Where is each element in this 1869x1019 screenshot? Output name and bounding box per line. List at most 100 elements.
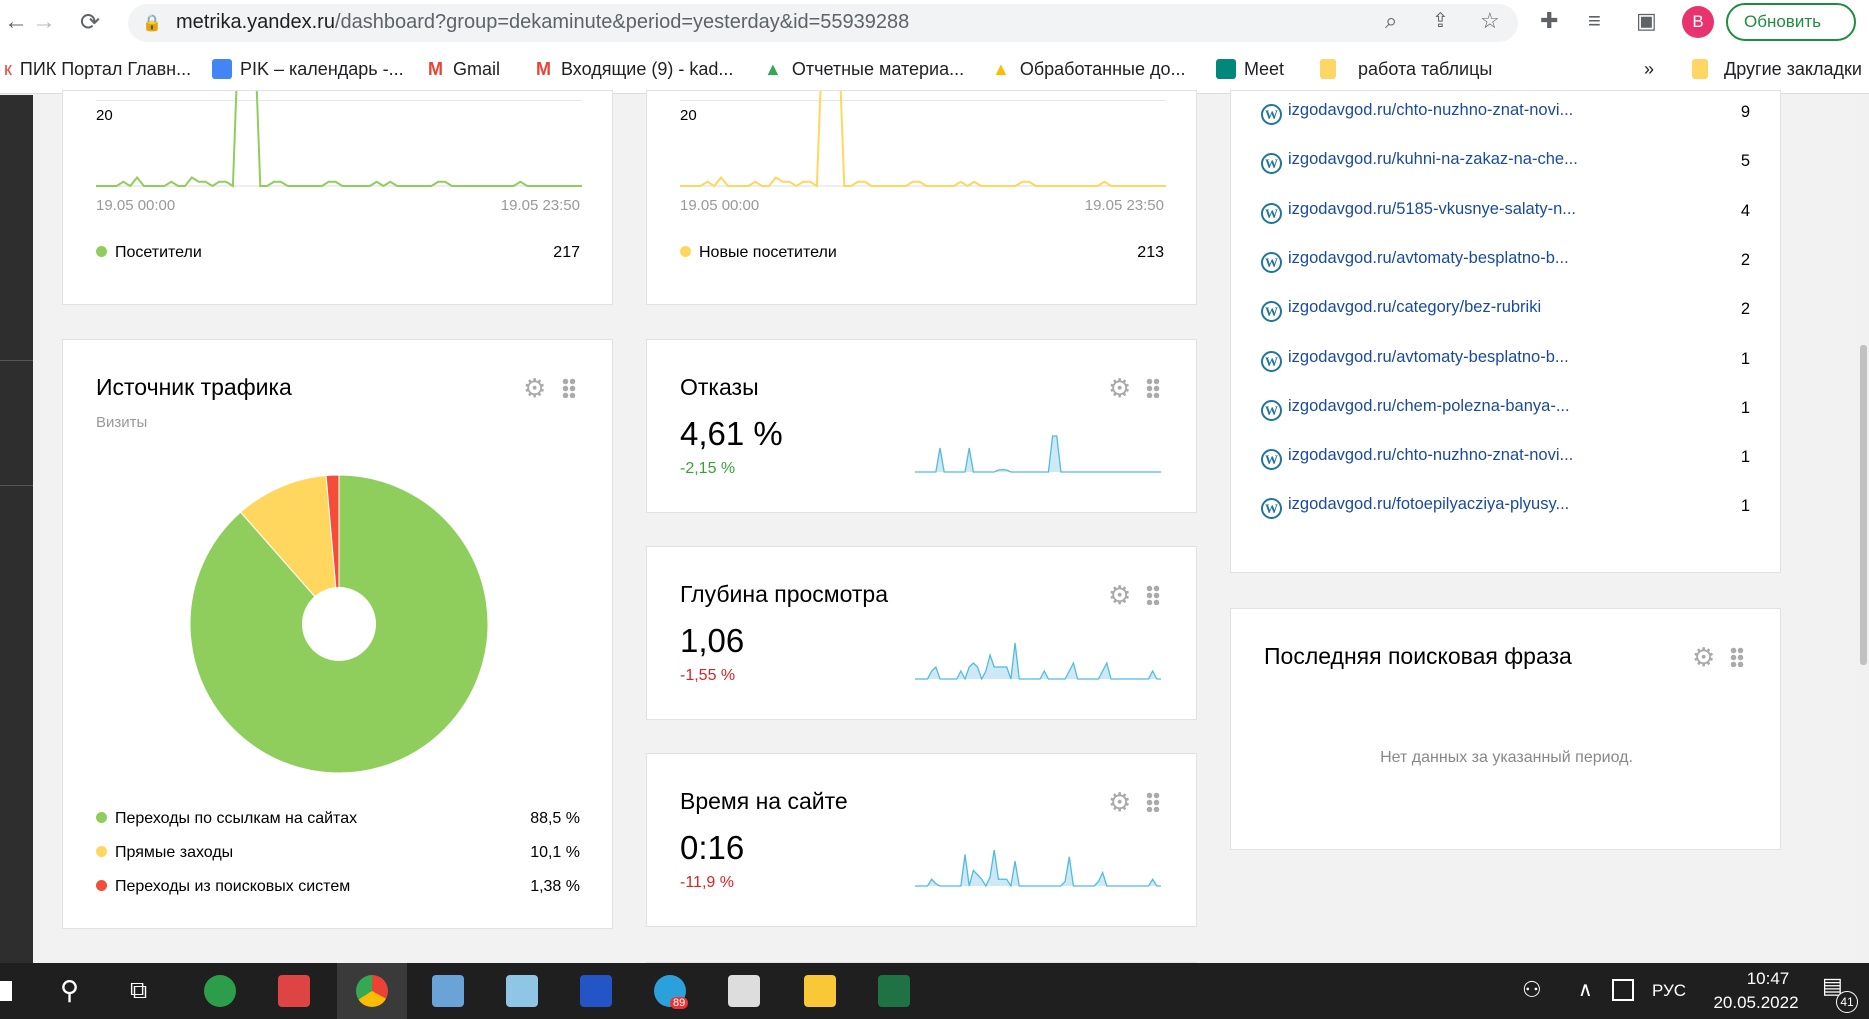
page-url: izgodavgod.ru/chem-polezna-banya-... [1288, 396, 1570, 415]
media-icon[interactable]: ≡ [1588, 8, 1601, 34]
spark-area [915, 850, 1161, 886]
page-link[interactable]: Wizgodavgod.ru/chto-nuzhno-znat-novi... [1261, 101, 1573, 125]
tray-app-icon[interactable] [1612, 979, 1634, 1001]
remote-desktop-icon[interactable] [580, 975, 612, 1007]
page-count: 1 [1740, 497, 1750, 516]
profile-avatar[interactable]: B [1682, 6, 1714, 38]
legend-item[interactable]: Переходы по ссылкам на сайтах [96, 810, 357, 828]
bookmark-folder-tables[interactable]: работа таблицы [1320, 59, 1492, 80]
pdf24-icon[interactable] [728, 975, 760, 1007]
drive-icon: ▲ [764, 59, 782, 79]
page-url: izgodavgod.ru/kuhni-na-zakaz-na-che... [1288, 150, 1578, 169]
gear-icon[interactable]: ⚙ [1108, 789, 1132, 815]
page-row[interactable]: Wizgodavgod.ru/chem-polezna-banya-... 1 [1231, 397, 1782, 427]
bookmark-label: Отчетные материа... [791, 59, 965, 79]
time-delta: -11,9 % [680, 874, 734, 891]
file-explorer-icon[interactable] [804, 975, 836, 1007]
folder-icon [1320, 59, 1336, 79]
task-view-icon[interactable]: ⧉ [130, 977, 147, 1005]
x-axis-end: 19.05 23:50 [500, 197, 580, 214]
page-link[interactable]: Wizgodavgod.ru/avtomaty-besplatno-b... [1261, 249, 1569, 273]
page-row[interactable]: Wizgodavgod.ru/category/bez-rubriki 2 [1231, 298, 1782, 328]
page-count: 2 [1740, 300, 1750, 319]
drag-handle-icon[interactable] [1146, 378, 1160, 398]
drag-handle-icon[interactable] [1730, 647, 1744, 667]
legend-dot [96, 812, 107, 823]
pages-widget: Wizgodavgod.ru/chto-nuzhno-znat-novi... 9… [1230, 90, 1781, 573]
page-count: 2 [1740, 250, 1750, 269]
page-link[interactable]: Wizgodavgod.ru/fotoepilyacziya-plyusy... [1261, 495, 1570, 520]
language-indicator[interactable]: РУС [1652, 981, 1686, 1001]
clock-time[interactable]: 10:47 [1728, 969, 1808, 989]
page-row[interactable]: Wizgodavgod.ru/fotoepilyacziya-plyusy...… [1231, 495, 1782, 525]
bookmark-meet[interactable]: Meet [1216, 59, 1284, 80]
metrika-sidebar [0, 95, 33, 963]
bookmark-gmail[interactable]: M Gmail [428, 59, 500, 80]
url-text[interactable]: metrika.yandex.ru/dashboard?group=dekami… [176, 11, 909, 34]
bookmark-processed[interactable]: ▲ Обработанные до... [992, 59, 1185, 80]
star-icon[interactable]: ☆ [1480, 8, 1500, 34]
page-row[interactable]: Wizgodavgod.ru/kuhni-na-zakaz-na-che... 5 [1231, 150, 1782, 180]
scrollbar-thumb[interactable] [1860, 345, 1867, 665]
legend-item[interactable]: Переходы из поисковых систем [96, 878, 350, 896]
update-button[interactable]: Обновить [1726, 3, 1856, 41]
page-url: izgodavgod.ru/fotoepilyacziya-plyusy... [1288, 495, 1570, 514]
back-icon[interactable]: ← [4, 8, 28, 36]
drag-handle-icon[interactable] [1146, 585, 1160, 605]
browser-app-icon[interactable] [204, 975, 236, 1007]
legend-dot [680, 246, 691, 257]
clock-date[interactable]: 20.05.2022 [1700, 993, 1812, 1013]
chrome-icon[interactable] [356, 975, 388, 1007]
gear-icon[interactable]: ⚙ [1108, 582, 1132, 608]
search-icon[interactable]: ⚲ [60, 975, 79, 1006]
bookmark-pik-portal[interactable]: к ПИК Портал Главн... [4, 59, 191, 80]
legend-value: 88,5 % [530, 810, 580, 827]
legend-label: Переходы по ссылкам на сайтах [115, 810, 358, 827]
page-row[interactable]: Wizgodavgod.ru/avtomaty-besplatno-b... 1 [1231, 348, 1782, 378]
page-link[interactable]: Wizgodavgod.ru/kuhni-na-zakaz-na-che... [1261, 150, 1578, 175]
page-row[interactable]: Wizgodavgod.ru/chto-nuzhno-znat-novi... 1 [1231, 446, 1782, 476]
page-link[interactable]: Wizgodavgod.ru/5185-vkusnye-salaty-n... [1261, 200, 1576, 224]
page-count: 1 [1740, 398, 1750, 417]
snipping-tool-icon[interactable] [278, 975, 310, 1007]
zoom-icon[interactable]: ⌕ [1385, 8, 1397, 34]
page-link[interactable]: Wizgodavgod.ru/category/bez-rubriki [1261, 298, 1541, 323]
visitors-total: 217 [553, 244, 580, 261]
spark-line [915, 642, 1161, 681]
drag-handle-icon[interactable] [562, 378, 576, 398]
excel-icon[interactable] [878, 975, 910, 1007]
forward-icon[interactable]: → [32, 8, 56, 36]
legend-visitors: Посетители [96, 244, 202, 262]
start-icon[interactable] [0, 981, 12, 1001]
gear-icon[interactable]: ⚙ [523, 375, 547, 401]
bookmark-reports[interactable]: ▲ Отчетные материа... [764, 59, 964, 80]
tray-chevron-icon[interactable]: ∧ [1578, 977, 1593, 1002]
share-icon[interactable]: ⇪ [1432, 8, 1449, 33]
extensions-icon[interactable]: ✚ [1540, 8, 1558, 34]
calculator-icon[interactable] [432, 975, 464, 1007]
more-bookmarks[interactable]: » [1644, 59, 1654, 80]
drag-handle-icon[interactable] [1146, 792, 1160, 812]
gear-icon[interactable]: ⚙ [1108, 375, 1132, 401]
page-link[interactable]: Wizgodavgod.ru/chto-nuzhno-znat-novi... [1261, 446, 1573, 471]
scrollbar[interactable] [1857, 95, 1869, 963]
people-icon[interactable]: ⚇ [1522, 977, 1542, 1003]
reload-icon[interactable]: ⟳ [80, 8, 100, 37]
sidepanel-icon[interactable]: ▣ [1636, 8, 1657, 34]
notepad-icon[interactable] [506, 975, 538, 1007]
page-count: 9 [1740, 103, 1750, 121]
spark-area [915, 643, 1161, 679]
legend-item[interactable]: Прямые заходы [96, 844, 233, 862]
other-bookmarks[interactable]: Другие закладки [1692, 59, 1862, 80]
page-row[interactable]: Wizgodavgod.ru/chto-nuzhno-znat-novi... 9 [1231, 101, 1782, 131]
gear-icon[interactable]: ⚙ [1692, 644, 1716, 670]
page-link[interactable]: Wizgodavgod.ru/avtomaty-besplatno-b... [1261, 348, 1569, 372]
page-row[interactable]: Wizgodavgod.ru/avtomaty-besplatno-b... 2 [1231, 249, 1782, 279]
wordpress-icon: W [1261, 104, 1282, 125]
page-row[interactable]: Wizgodavgod.ru/5185-vkusnye-salaty-n... 4 [1231, 200, 1782, 230]
bookmark-inbox[interactable]: M Входящие (9) - kad... [536, 59, 733, 80]
browser-toolbar: ← → ⟳ 🔒 metrika.yandex.ru/dashboard?grou… [0, 0, 1869, 48]
page-link[interactable]: Wizgodavgod.ru/chem-polezna-banya-... [1261, 397, 1570, 421]
bookmark-calendar[interactable]: PIK – календарь -... [212, 59, 404, 80]
page-url: izgodavgod.ru/chto-nuzhno-znat-novi... [1288, 101, 1574, 119]
